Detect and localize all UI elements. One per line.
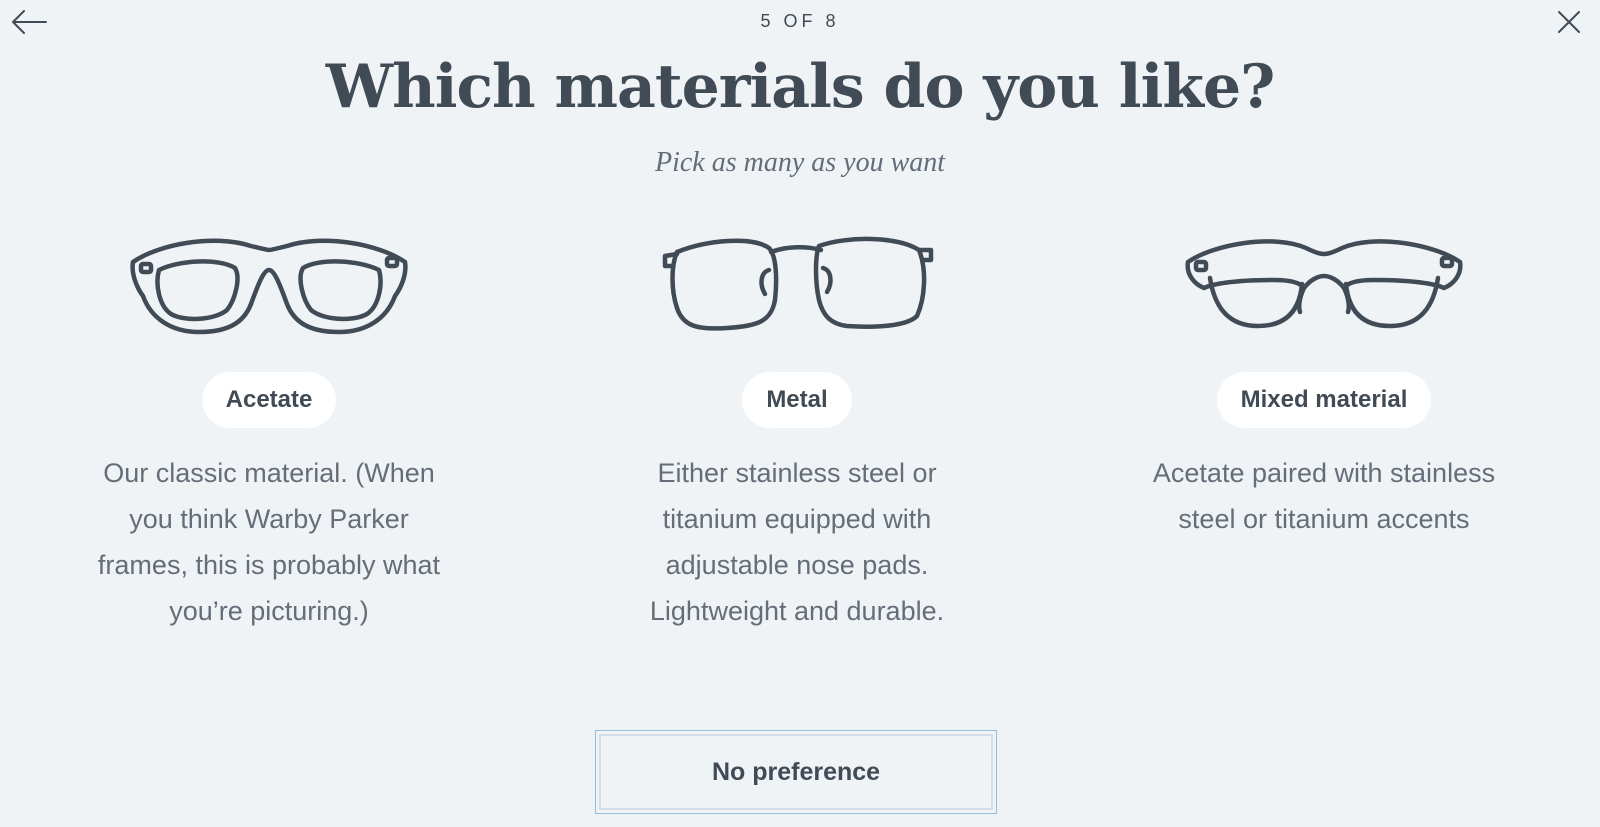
close-button[interactable] [1556,9,1582,35]
option-label: Acetate [201,372,337,428]
step-indicator: 5 OF 8 [760,11,840,31]
option-description: Acetate paired with stainless steel or t… [1152,458,1496,534]
option-description: Either stainless steel or titanium equip… [649,458,945,626]
close-icon [1558,11,1580,33]
option-acetate[interactable]: Acetate Our classic material. (When you … [79,222,459,634]
no-preference-button[interactable]: No preference [595,730,997,814]
mixed-glasses-icon [1185,239,1463,329]
option-description: Our classic material. (When you think Wa… [97,458,441,626]
option-label: Mixed material [1216,372,1432,428]
option-metal[interactable]: Metal Either stainless steel or titanium… [607,222,987,634]
option-label: Metal [742,372,852,428]
metal-glasses-icon [662,236,934,331]
no-preference-label: No preference [599,734,993,810]
page-title: Which materials do you like? [325,52,1276,122]
acetate-glasses-icon [130,238,408,335]
page-subtitle: Pick as many as you want [654,147,946,178]
top-bar: 5 OF 8 [0,0,1600,44]
option-mixed-material[interactable]: Mixed material Acetate paired with stain… [1134,222,1514,542]
quiz-page: 5 OF 8 Which materials do you like? Pick… [0,0,1600,827]
